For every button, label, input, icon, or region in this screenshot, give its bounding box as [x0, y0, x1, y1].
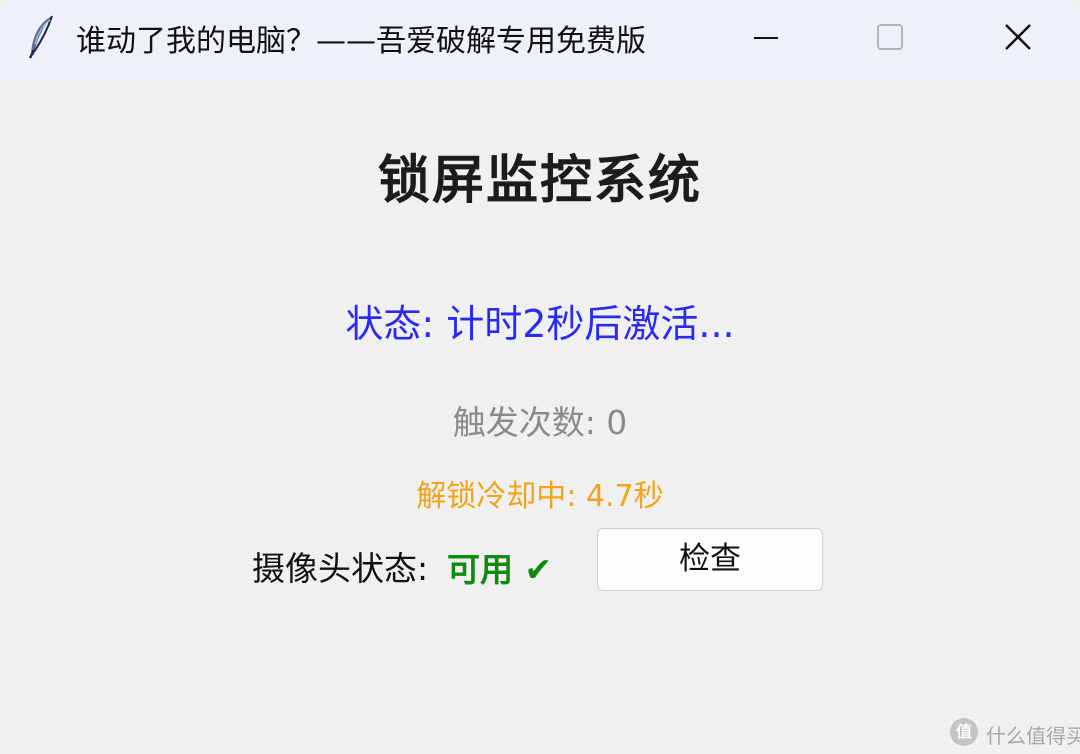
unlock-cooldown: 解锁冷却中: 4.7秒	[416, 479, 664, 514]
status-text: 状态: 计时2秒后激活...	[345, 302, 735, 346]
title-bar[interactable]: 谁动了我的电脑？——吾爱破解专用免费版	[0, 0, 1080, 80]
app-window: 谁动了我的电脑？——吾爱破解专用免费版 锁屏监控系统 状态: 计时2秒后激活..…	[0, 0, 1080, 754]
window-title: 谁动了我的电脑？——吾爱破解专用免费版	[76, 24, 646, 59]
maximize-button[interactable]	[830, 0, 950, 76]
check-camera-button[interactable]: 检查	[597, 528, 823, 591]
watermark: 值 什么值得买	[950, 716, 1080, 750]
close-button[interactable]	[958, 0, 1078, 76]
minimize-icon	[754, 37, 778, 39]
camera-status-label: 摄像头状态:	[252, 549, 429, 588]
watermark-text: 什么值得买	[986, 724, 1080, 748]
watermark-logo-icon: 值	[950, 718, 978, 746]
trigger-count: 触发次数: 0	[452, 403, 628, 442]
close-icon	[1005, 24, 1031, 50]
page-title: 锁屏监控系统	[377, 150, 702, 211]
camera-status-value: 可用 ✔	[447, 550, 553, 589]
maximize-icon	[877, 24, 903, 50]
minimize-button[interactable]	[706, 0, 826, 76]
feather-icon	[28, 15, 53, 59]
